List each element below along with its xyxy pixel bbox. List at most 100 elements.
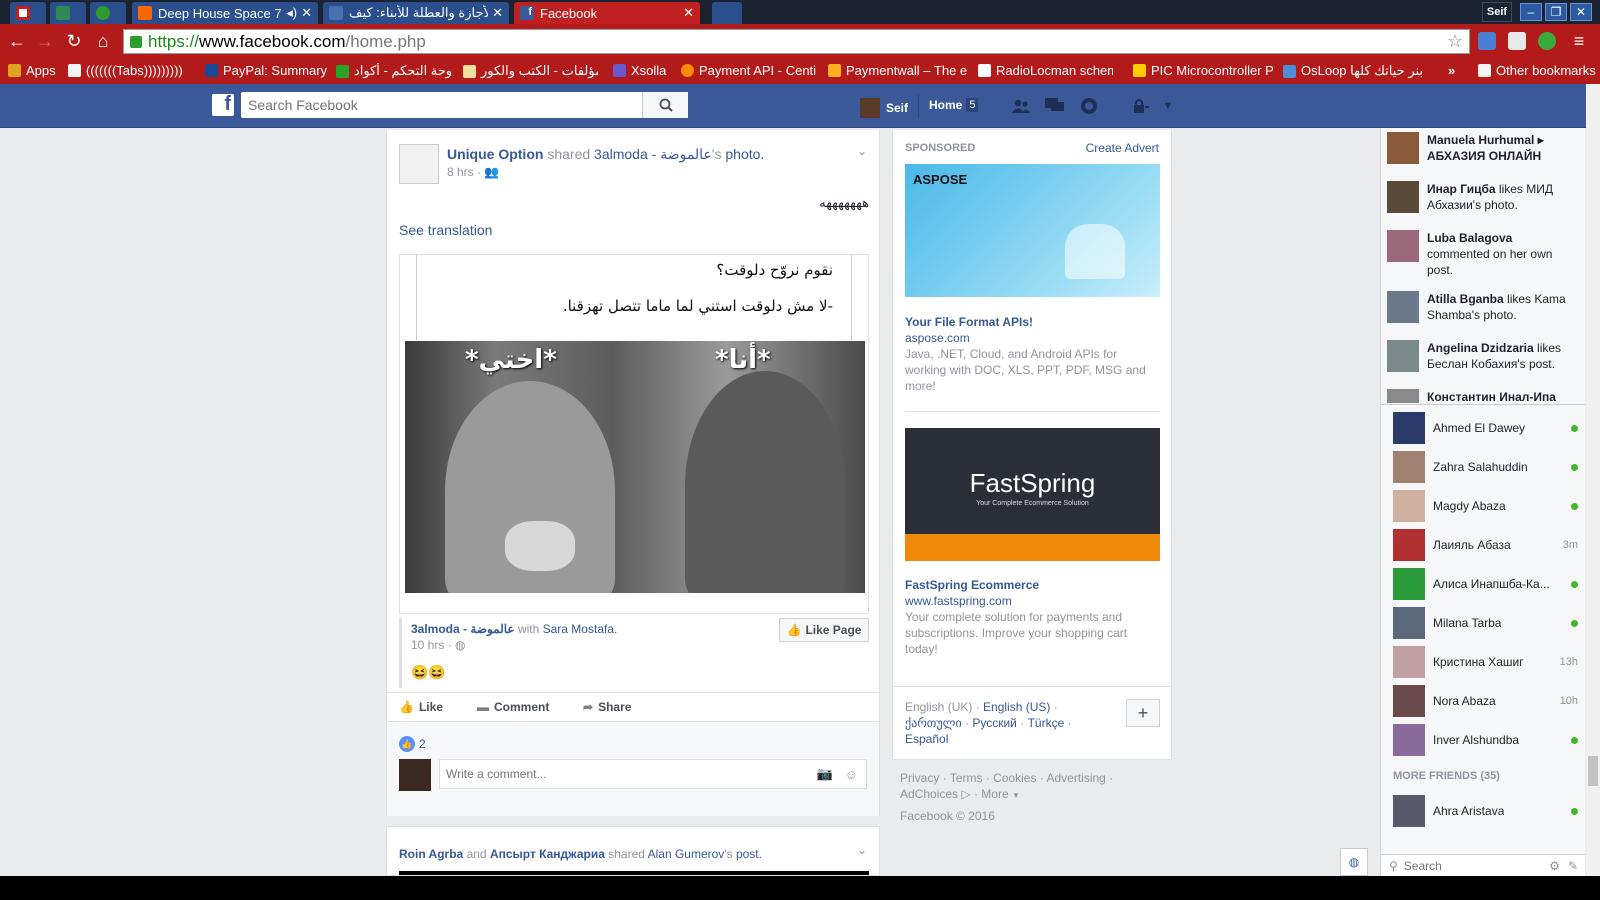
ticker-item[interactable]: Luba Balagova commented on her own post. (1387, 230, 1577, 278)
chat-friend[interactable]: Алиса Инапшба-Ка... (1393, 567, 1578, 601)
profile-link[interactable]: Seif (860, 98, 908, 118)
reload-icon[interactable]: ↻ (63, 30, 85, 52)
new-tab-button[interactable] (712, 2, 742, 24)
browser-user-button[interactable]: Seif (1482, 2, 1512, 22)
back-icon[interactable]: ← (6, 30, 28, 52)
bookmark-control-panel[interactable]: لوحة التحكم - أكواد (336, 63, 451, 79)
ad-title[interactable]: FastSpring Ecommerce (905, 578, 1160, 592)
language-link[interactable]: Español (905, 732, 948, 746)
chat-friend[interactable]: Zahra Salahuddin (1393, 450, 1578, 484)
language-link[interactable]: Русский (972, 716, 1017, 730)
owner-link[interactable]: Alan Gumerov (648, 847, 725, 861)
compose-icon[interactable]: ✎ (1568, 859, 1578, 873)
chat-friend[interactable]: Ahmed El Dawey (1393, 411, 1578, 445)
ticker-item[interactable]: Инар Гицба likes МИД Абхазии's photo. (1387, 181, 1577, 213)
language-link[interactable]: English (US) (983, 700, 1050, 714)
language-link[interactable]: Türkçe (1028, 716, 1065, 730)
bookmark-pic[interactable]: PIC Microcontroller P (1133, 63, 1278, 78)
photo-link[interactable]: photo. (725, 146, 764, 162)
forward-icon[interactable]: → (34, 30, 56, 52)
like-button[interactable]: 👍 Like (399, 700, 443, 714)
chat-friend[interactable]: Magdy Abaza (1393, 489, 1578, 523)
address-bar[interactable]: https://www.facebook.com/home.php ☆ (123, 29, 1470, 54)
user-link[interactable]: Roin Agrba (399, 847, 463, 861)
close-window-icon[interactable]: ✕ (1570, 3, 1592, 21)
bookmark-other[interactable]: Other bookmarks (1478, 63, 1596, 78)
translate-extension-icon[interactable] (1478, 32, 1496, 50)
friend-requests-icon[interactable] (1010, 97, 1032, 115)
privacy-shortcuts-icon[interactable] (1130, 97, 1152, 115)
bookmark-paypal[interactable]: PayPal: Summary (205, 63, 330, 78)
share-button[interactable]: ➦ Share (583, 700, 631, 714)
menu-icon[interactable]: ≡ (1568, 30, 1590, 52)
ad-image-fastspring[interactable]: FastSpring Your Complete Ecommerce Solut… (905, 428, 1160, 561)
language-globe-icon[interactable]: ◍ (1340, 848, 1368, 876)
browser-tab[interactable] (50, 2, 86, 24)
ad-image-aspose[interactable]: ASPOSE (905, 164, 1160, 297)
ticker-item[interactable]: Константин Инал-Ипа (1387, 389, 1577, 403)
page-avatar[interactable] (399, 144, 439, 184)
camera-icon[interactable]: 📷 (817, 766, 833, 782)
gear-icon[interactable]: ⚙ (1549, 859, 1560, 873)
minimize-icon[interactable]: – (1520, 3, 1542, 21)
chat-friend[interactable]: Inver Alshundba (1393, 723, 1578, 757)
ad-title[interactable]: Your File Format APIs! (905, 315, 1160, 329)
create-advert-link[interactable]: Create Advert (1086, 141, 1159, 155)
search-button[interactable] (642, 92, 688, 118)
browser-tab-article[interactable]: الأجازة والعطلة للأبناء: كيف ✕ (323, 2, 509, 24)
globe-extension-icon[interactable] (1538, 32, 1556, 50)
ad-url[interactable]: aspose.com (905, 331, 970, 345)
chat-friend[interactable]: Кристина Хашиг 13h (1393, 645, 1578, 679)
account-menu-icon[interactable]: ▼ (1157, 97, 1179, 115)
close-tab-icon[interactable]: ✕ (679, 5, 694, 21)
close-tab-icon[interactable]: ✕ (488, 5, 503, 21)
close-tab-icon[interactable]: ✕ (297, 5, 312, 21)
ticker-item[interactable]: Manuela Hurhumal ▸ АБХАЗИЯ ОНЛАЙН (1387, 132, 1577, 164)
language-link[interactable]: ქართული (905, 716, 962, 730)
bookmark-books[interactable]: مؤلفات - الكتب والكور (463, 63, 598, 79)
more-link[interactable]: More (981, 787, 1008, 801)
author-link[interactable]: Unique Option (447, 146, 543, 162)
scrollbar-thumb[interactable] (1588, 756, 1598, 786)
maximize-icon[interactable]: ❐ (1545, 3, 1567, 21)
original-page-link[interactable]: 3almoda - عالموضة (594, 146, 712, 162)
bookmark-apps[interactable]: Apps (8, 63, 56, 78)
bookmark-star-icon[interactable]: ☆ (1447, 31, 1463, 52)
shared-page-link[interactable]: 3almoda - عالموضة (411, 622, 515, 636)
bookmark-folder-tabs[interactable]: (((((((Tabs))))))))) (68, 63, 193, 78)
browser-tab[interactable] (90, 2, 126, 24)
page-scrollbar[interactable] (1586, 84, 1600, 876)
ad-url[interactable]: www.fastspring.com (905, 594, 1012, 608)
reaction-summary[interactable]: 👍 2 (399, 736, 426, 752)
home-icon[interactable]: ⌂ (92, 30, 114, 52)
post-link[interactable]: post. (736, 847, 762, 861)
bookmark-radiolocman[interactable]: RadioLocman schem (978, 63, 1113, 78)
chat-search-input[interactable] (1403, 858, 1514, 873)
comment-button[interactable]: ▬ Comment (477, 700, 549, 714)
browser-tab-facebook[interactable]: f Facebook ✕ (514, 2, 700, 24)
post-photo[interactable]: نقوم نروّح دلوقت؟ -لا مش دلوقت استني لما… (399, 254, 869, 614)
add-language-button[interactable]: + (1126, 699, 1160, 727)
shared-timestamp[interactable]: 10 hrs · (411, 638, 452, 652)
bookmark-xsolla[interactable]: Xsolla (613, 63, 675, 78)
see-translation-link[interactable]: See translation (399, 222, 492, 238)
browser-tab-soundcloud[interactable]: Deep House Space 78 ◂) ✕ (132, 2, 318, 24)
ticker-item[interactable]: Angelina Dzidzaria likes Беслан Кобахия'… (1387, 340, 1577, 372)
user-link[interactable]: Апсырт Канджариа (490, 847, 605, 861)
story-options-chevron-icon[interactable]: ⌄ (857, 144, 867, 158)
browser-tab[interactable] (10, 2, 46, 24)
chat-friend[interactable]: Лаияль Абаза 3m (1393, 528, 1578, 562)
chat-friend[interactable]: Nora Abaza 10h (1393, 684, 1578, 718)
chat-friend[interactable]: Ahra Aristava (1393, 794, 1578, 828)
bookmark-paymentwall[interactable]: Paymentwall – The e (828, 63, 968, 78)
footer-links[interactable]: Privacy · Terms · Cookies · Advertising … (900, 770, 1170, 786)
emoji-icon[interactable]: ☺ (845, 767, 858, 782)
chat-friend[interactable]: Milana Tarba (1393, 606, 1578, 640)
facebook-logo-icon[interactable]: f (212, 93, 234, 116)
like-page-button[interactable]: 👍 Like Page (779, 618, 869, 642)
timestamp[interactable]: 8 hrs · (447, 165, 481, 179)
home-link[interactable]: Home 5 (929, 98, 979, 112)
avatar[interactable] (399, 759, 431, 791)
messages-icon[interactable] (1044, 97, 1066, 115)
notifications-icon[interactable] (1078, 97, 1100, 115)
